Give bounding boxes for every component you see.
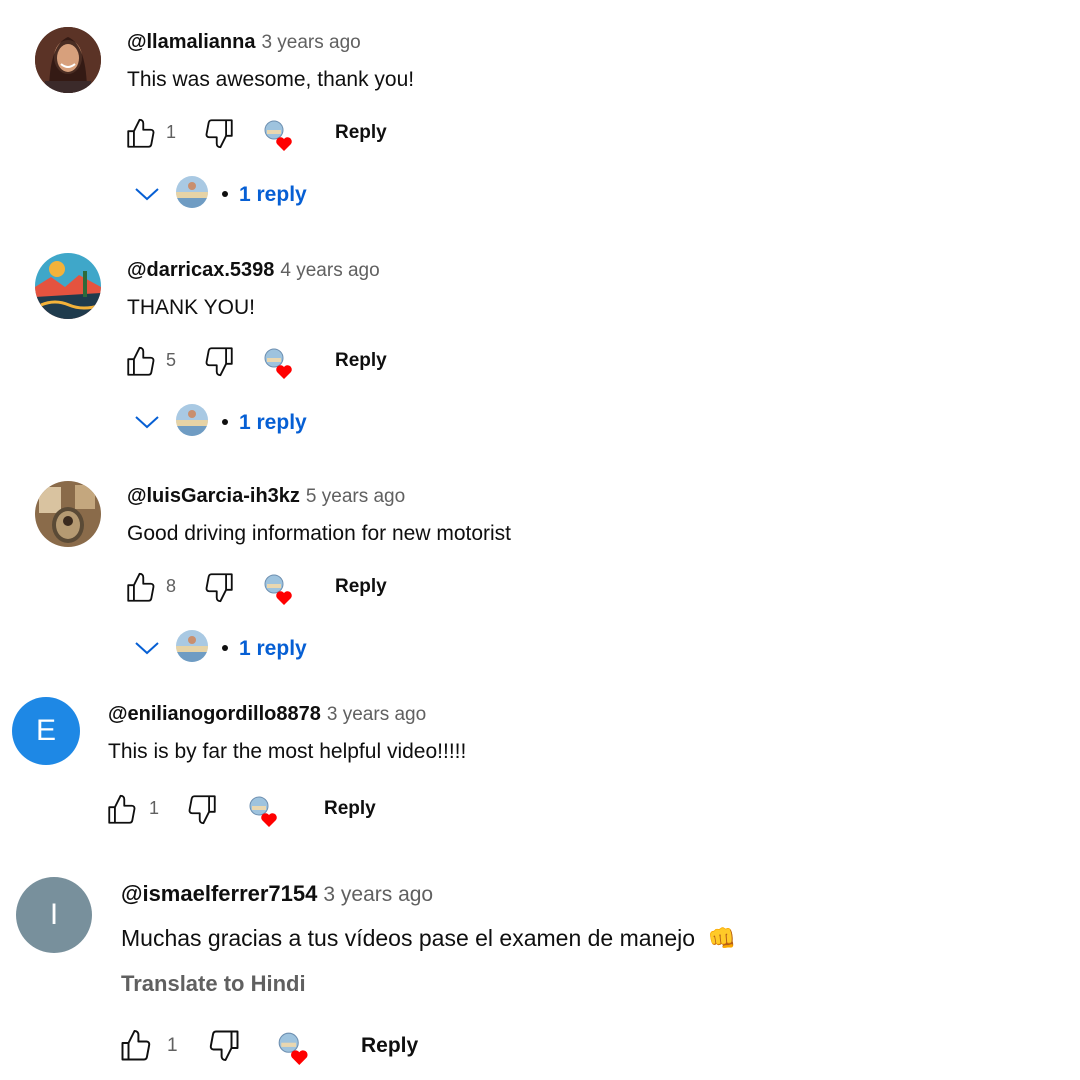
creator-avatar-icon bbox=[176, 176, 208, 208]
creator-heart-icon bbox=[262, 572, 296, 606]
comment-header: @enilianogordillo8878 3 years ago bbox=[108, 704, 426, 724]
creator-heart-icon bbox=[247, 794, 281, 828]
creator-heart-icon bbox=[276, 1030, 312, 1066]
separator-dot bbox=[222, 419, 228, 425]
reply-button[interactable]: Reply bbox=[335, 577, 387, 596]
comment-thread: @darricax.5398 4 years ago THANK YOU! 5 R… bbox=[0, 228, 1080, 458]
avatar[interactable] bbox=[35, 481, 101, 547]
comment-text: This is by far the most helpful video!!!… bbox=[108, 740, 467, 763]
avatar-letter: I bbox=[49, 898, 59, 931]
comment-header: @llamalianna 3 years ago bbox=[127, 32, 361, 52]
thumbs-up-icon[interactable] bbox=[118, 1028, 154, 1064]
action-bar: 1 Reply bbox=[118, 1026, 438, 1066]
view-replies-button[interactable]: 1 reply bbox=[134, 630, 334, 666]
timestamp[interactable]: 3 years ago bbox=[327, 704, 426, 725]
avatar[interactable] bbox=[35, 27, 101, 93]
thumbs-up-icon[interactable] bbox=[124, 345, 158, 379]
creator-avatar-icon bbox=[176, 404, 208, 436]
replies-count: 1 reply bbox=[239, 183, 307, 206]
creator-heart-icon bbox=[262, 346, 296, 380]
timestamp[interactable]: 3 years ago bbox=[261, 32, 360, 53]
thumbs-up-icon[interactable] bbox=[124, 117, 158, 151]
avatar[interactable]: E bbox=[12, 697, 80, 765]
comment-text-body: Muchas gracias a tus vídeos pase el exam… bbox=[121, 925, 696, 951]
like-count: 8 bbox=[166, 576, 177, 596]
thumbs-down-icon[interactable] bbox=[185, 792, 219, 826]
replies-count: 1 reply bbox=[239, 637, 307, 660]
avatar-letter: E bbox=[35, 714, 56, 747]
action-bar: 1 Reply bbox=[105, 790, 405, 830]
thumbs-up-icon[interactable] bbox=[124, 571, 158, 605]
thumbs-up-icon[interactable] bbox=[105, 793, 139, 827]
comment-text: THANK YOU! bbox=[127, 296, 255, 319]
chevron-down-icon bbox=[135, 188, 159, 201]
like-count: 1 bbox=[167, 1035, 178, 1056]
avatar[interactable] bbox=[35, 253, 101, 319]
comment-text: Muchas gracias a tus vídeos pase el exam… bbox=[121, 927, 736, 950]
separator-dot bbox=[222, 645, 228, 651]
comment-thread: E @enilianogordillo8878 3 years ago This … bbox=[0, 684, 1080, 854]
reply-button[interactable]: Reply bbox=[335, 351, 387, 370]
comment-header: @darricax.5398 4 years ago bbox=[127, 260, 380, 280]
creator-heart-icon bbox=[262, 118, 296, 152]
avatar[interactable]: I bbox=[16, 877, 92, 953]
action-bar: 5 Reply bbox=[124, 342, 424, 382]
like-count: 1 bbox=[149, 798, 160, 818]
author-name[interactable]: @ismaelferrer7154 bbox=[121, 881, 317, 906]
thumbs-down-icon[interactable] bbox=[202, 344, 236, 378]
comment-header: @luisGarcia-ih3kz 5 years ago bbox=[127, 486, 405, 506]
comment-thread: I @ismaelferrer7154 3 years ago Muchas gr… bbox=[0, 860, 1080, 1080]
creator-avatar-icon bbox=[176, 630, 208, 662]
author-name[interactable]: @enilianogordillo8878 bbox=[108, 703, 321, 725]
translate-button[interactable]: Translate to Hindi bbox=[121, 973, 306, 995]
thumbs-down-icon[interactable] bbox=[202, 570, 236, 604]
author-name[interactable]: @luisGarcia-ih3kz bbox=[127, 485, 300, 507]
separator-dot bbox=[222, 191, 228, 197]
thumbs-down-icon[interactable] bbox=[202, 116, 236, 150]
action-bar: 1 Reply bbox=[124, 114, 424, 154]
comment-text: Good driving information for new motoris… bbox=[127, 522, 511, 545]
chevron-down-icon bbox=[135, 416, 159, 429]
reply-button[interactable]: Reply bbox=[361, 1035, 418, 1056]
action-bar: 8 Reply bbox=[124, 568, 424, 608]
timestamp[interactable]: 4 years ago bbox=[280, 260, 379, 281]
replies-count: 1 reply bbox=[239, 411, 307, 434]
author-name[interactable]: @llamalianna bbox=[127, 31, 255, 53]
like-count: 1 bbox=[166, 122, 177, 142]
comment-thread: @luisGarcia-ih3kz 5 years ago Good drivin… bbox=[0, 454, 1080, 684]
timestamp[interactable]: 3 years ago bbox=[323, 883, 433, 906]
fist-emoji: 👊 bbox=[707, 925, 737, 951]
reply-button[interactable]: Reply bbox=[324, 799, 376, 818]
thumbs-down-icon[interactable] bbox=[206, 1027, 242, 1063]
chevron-down-icon bbox=[135, 642, 159, 655]
author-name[interactable]: @darricax.5398 bbox=[127, 259, 274, 281]
reply-button[interactable]: Reply bbox=[335, 123, 387, 142]
like-count: 5 bbox=[166, 350, 177, 370]
comment-header: @ismaelferrer7154 3 years ago bbox=[121, 881, 433, 906]
view-replies-button[interactable]: 1 reply bbox=[134, 176, 334, 212]
comment-text: This was awesome, thank you! bbox=[127, 68, 415, 91]
view-replies-button[interactable]: 1 reply bbox=[134, 404, 334, 440]
timestamp[interactable]: 5 years ago bbox=[306, 486, 405, 507]
comment-thread: @llamalianna 3 years ago This was awesome… bbox=[0, 0, 1080, 230]
